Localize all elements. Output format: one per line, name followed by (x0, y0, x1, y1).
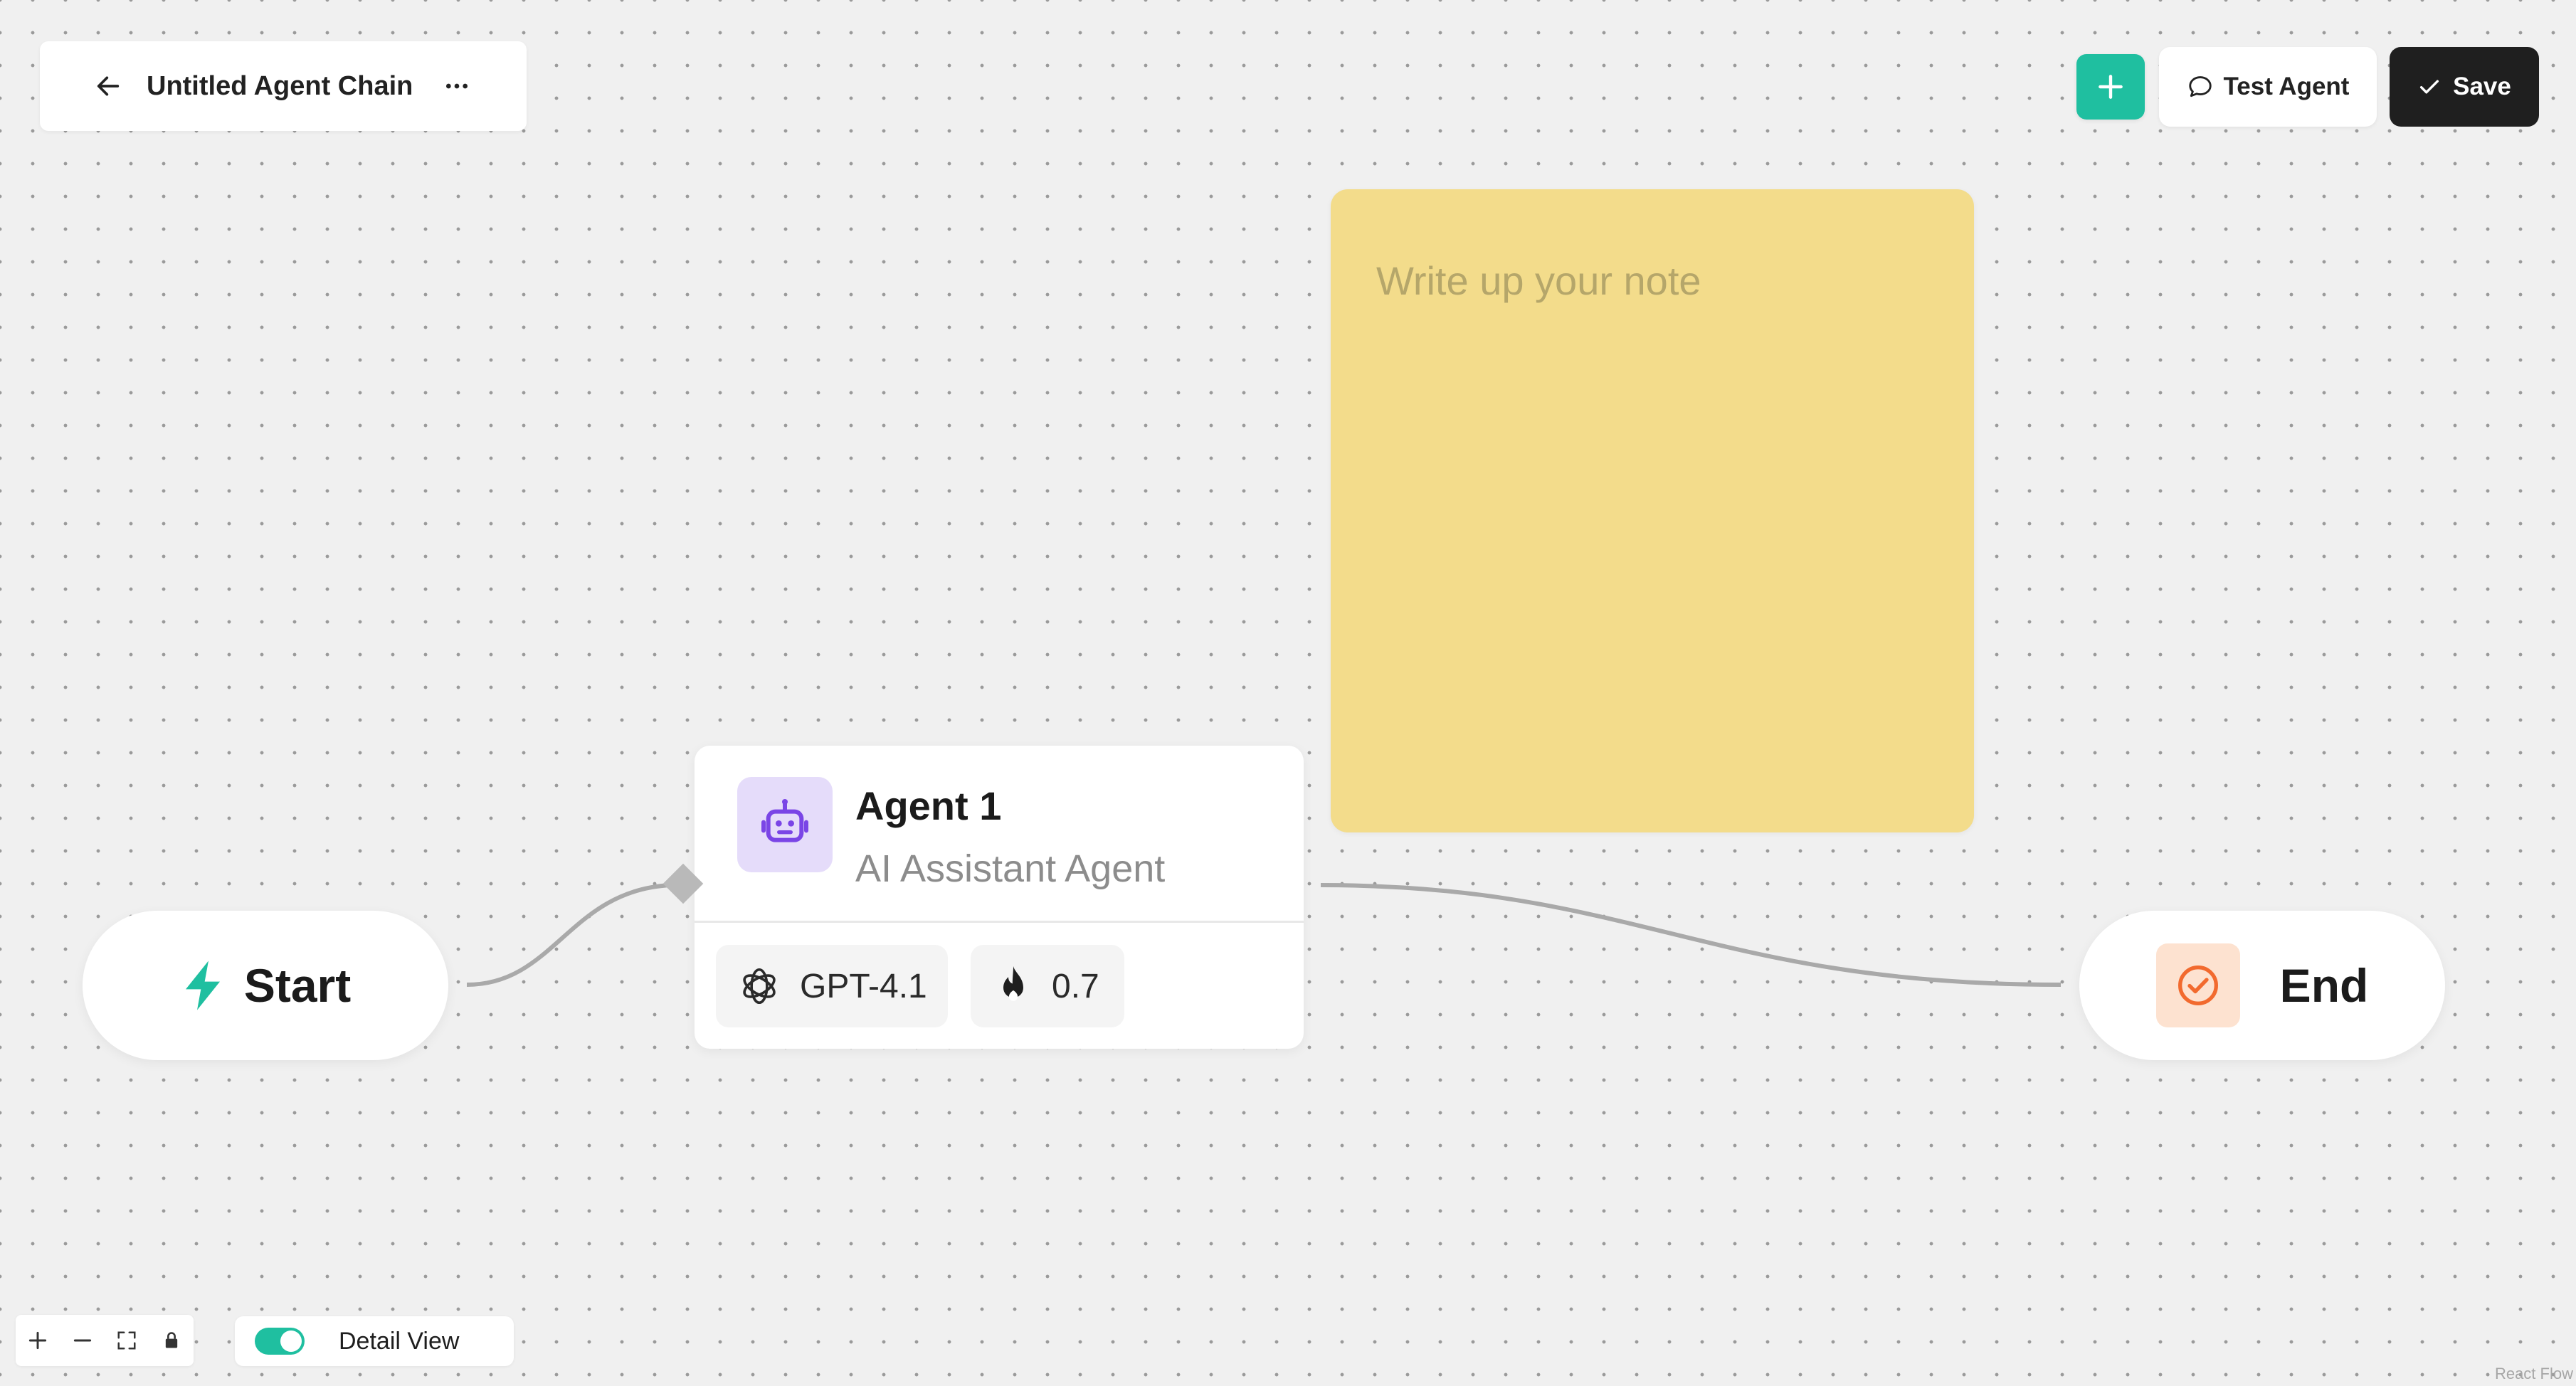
agent-node[interactable]: Agent 1 AI Assistant Agent GPT-4.1 0.7 (695, 746, 1304, 1049)
sticky-note[interactable]: Write up your note (1331, 189, 1974, 832)
save-label: Save (2453, 73, 2511, 100)
lock-button[interactable] (154, 1323, 189, 1358)
temperature-chip[interactable]: 0.7 (971, 945, 1124, 1027)
note-placeholder[interactable]: Write up your note (1376, 258, 1701, 304)
openai-icon (743, 968, 776, 1005)
end-label: End (2279, 959, 2369, 1012)
check-icon (2420, 80, 2439, 94)
agent-type: AI Assistant Agent (855, 847, 1166, 890)
ellipsis-icon (446, 83, 468, 89)
check-circle-icon (2178, 966, 2218, 1005)
test-agent-label: Test Agent (2223, 73, 2350, 100)
model-label: GPT-4.1 (800, 967, 927, 1005)
fit-view-icon (117, 1331, 136, 1350)
end-icon-box (2155, 943, 2240, 1027)
lightning-icon (185, 961, 220, 1010)
chain-title-bar: Untitled Agent Chain (40, 41, 527, 131)
agent-icon-box (737, 777, 833, 872)
detail-view-toggle[interactable] (255, 1328, 305, 1355)
flame-icon (1003, 966, 1023, 1001)
toggle-knob (280, 1331, 302, 1352)
back-button[interactable] (88, 66, 128, 106)
test-agent-button[interactable]: Test Agent (2159, 47, 2377, 127)
detail-view-label: Detail View (339, 1327, 460, 1355)
zoom-out-button[interactable] (65, 1323, 100, 1358)
temperature-value: 0.7 (1052, 967, 1099, 1005)
edge-agent-end[interactable] (1320, 883, 2062, 987)
arrow-left-icon (97, 76, 120, 96)
edge-start-agent[interactable] (466, 883, 672, 987)
model-chip[interactable]: GPT-4.1 (716, 945, 948, 1027)
minus-icon (73, 1339, 91, 1342)
chain-title[interactable]: Untitled Agent Chain (147, 71, 413, 102)
zoom-in-button[interactable] (20, 1323, 56, 1358)
fit-view-button[interactable] (109, 1323, 144, 1358)
lock-icon (165, 1332, 177, 1348)
plus-icon (2099, 75, 2123, 99)
start-label: Start (243, 959, 352, 1012)
react-flow-attribution[interactable]: React Flow (2495, 1365, 2573, 1383)
add-node-button[interactable] (2076, 54, 2145, 120)
end-node[interactable]: End (2079, 911, 2445, 1060)
canvas-controls (16, 1315, 194, 1366)
robot-icon (761, 799, 808, 842)
start-node[interactable]: Start (83, 911, 448, 1060)
more-options-button[interactable] (437, 66, 477, 106)
chat-bubble-icon (2188, 76, 2212, 97)
detail-view-toggle-panel: Detail View (235, 1316, 514, 1366)
plus-icon (29, 1331, 47, 1350)
agent-divider (695, 921, 1304, 923)
edges-layer (466, 883, 2062, 987)
save-button[interactable]: Save (2390, 47, 2539, 127)
agent-name: Agent 1 (855, 783, 1002, 828)
